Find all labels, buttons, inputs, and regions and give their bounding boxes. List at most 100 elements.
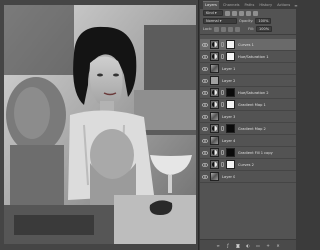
layer-name[interactable]: Gradient Map 1 bbox=[238, 103, 266, 107]
link-icon[interactable]: ∞ bbox=[216, 243, 221, 248]
layer-mask-thumbnail[interactable] bbox=[226, 124, 235, 133]
layer-row[interactable]: Layer 2 bbox=[200, 75, 296, 87]
layer-mask-thumbnail[interactable] bbox=[226, 148, 235, 157]
adjustment-icon[interactable]: ◐ bbox=[246, 243, 251, 248]
layer-thumbnail[interactable] bbox=[210, 40, 219, 49]
layer-row[interactable]: Gradient Map 2 bbox=[200, 123, 296, 135]
visibility-eye-icon[interactable] bbox=[202, 42, 208, 48]
tab-channels[interactable]: Channels bbox=[222, 2, 241, 9]
lock-transparent-icon[interactable] bbox=[214, 26, 220, 32]
lock-row: Lock: Fill: 100% bbox=[200, 25, 296, 33]
layer-thumbnail[interactable] bbox=[210, 64, 219, 73]
layer-thumbnail[interactable] bbox=[210, 112, 219, 121]
layer-thumbnail[interactable] bbox=[210, 148, 219, 157]
lock-all-icon[interactable] bbox=[235, 26, 241, 32]
tab-actions[interactable]: Actions bbox=[276, 2, 291, 9]
layer-thumbnail[interactable] bbox=[210, 160, 219, 169]
blend-mode-select[interactable]: Normal ▾ bbox=[203, 18, 237, 24]
photo-woman-sculpting bbox=[4, 5, 196, 244]
filter-smart-icon[interactable] bbox=[253, 10, 258, 16]
tab-paths[interactable]: Paths bbox=[244, 2, 256, 9]
visibility-eye-icon[interactable] bbox=[202, 150, 208, 156]
mask-link-icon[interactable] bbox=[221, 150, 224, 155]
filter-adjustment-icon[interactable] bbox=[232, 10, 237, 16]
layer-name[interactable]: Hue/Saturation 2 bbox=[238, 91, 269, 95]
layer-mask-thumbnail[interactable] bbox=[226, 88, 235, 97]
layers-panel: Layers Channels Paths History Actions ≡ … bbox=[200, 0, 298, 250]
layer-row[interactable]: Gradient Fill 1 copy bbox=[200, 147, 296, 159]
panel-menu-icon[interactable]: ≡ bbox=[294, 2, 297, 9]
new-layer-icon[interactable]: + bbox=[266, 243, 271, 248]
layer-name[interactable]: Layer 1 bbox=[222, 67, 235, 71]
layer-thumbnail[interactable] bbox=[210, 52, 219, 61]
visibility-eye-icon[interactable] bbox=[202, 126, 208, 132]
folder-icon[interactable]: ▭ bbox=[256, 243, 261, 248]
layer-mask-thumbnail[interactable] bbox=[226, 40, 235, 49]
filter-shape-icon[interactable] bbox=[246, 10, 251, 16]
layer-mask-thumbnail[interactable] bbox=[226, 100, 235, 109]
filter-row: Kind ▾ bbox=[200, 9, 296, 17]
mask-link-icon[interactable] bbox=[221, 162, 224, 167]
layers-list[interactable]: Curves 1 Hue/Saturation 1 Layer 1 Layer 2 Hu… bbox=[200, 39, 296, 239]
document-image[interactable] bbox=[4, 5, 196, 244]
visibility-eye-icon[interactable] bbox=[202, 102, 208, 108]
visibility-eye-icon[interactable] bbox=[202, 114, 208, 120]
layer-thumbnail[interactable] bbox=[210, 172, 219, 181]
opacity-label: Opacity: bbox=[239, 19, 254, 23]
layer-thumbnail[interactable] bbox=[210, 100, 219, 109]
visibility-eye-icon[interactable] bbox=[202, 78, 208, 84]
layer-name[interactable]: Gradient Map 2 bbox=[238, 127, 266, 131]
visibility-eye-icon[interactable] bbox=[202, 174, 208, 180]
filter-pixel-icon[interactable] bbox=[225, 10, 230, 16]
layer-row[interactable]: Layer 1 bbox=[200, 63, 296, 75]
fill-input[interactable]: 100% bbox=[256, 26, 273, 32]
layer-name[interactable]: Curves 1 bbox=[238, 43, 254, 47]
lock-position-icon[interactable] bbox=[228, 26, 234, 32]
mask-link-icon[interactable] bbox=[221, 54, 224, 59]
panel-divider bbox=[200, 34, 296, 35]
panel-footer: ∞ ƒ ◙ ◐ ▭ + ✕ bbox=[200, 239, 296, 250]
layer-row[interactable]: Layer 4 bbox=[200, 135, 296, 147]
layer-mask-thumbnail[interactable] bbox=[226, 52, 235, 61]
layer-row[interactable]: Curves 1 bbox=[200, 39, 296, 51]
layer-name[interactable]: Hue/Saturation 1 bbox=[238, 55, 269, 59]
layer-row[interactable]: Hue/Saturation 2 bbox=[200, 87, 296, 99]
mask-icon[interactable]: ◙ bbox=[236, 243, 241, 248]
layer-name[interactable]: Layer 0 bbox=[222, 175, 235, 179]
layer-row[interactable]: Layer 3 bbox=[200, 111, 296, 123]
mask-link-icon[interactable] bbox=[221, 126, 224, 131]
visibility-eye-icon[interactable] bbox=[202, 54, 208, 60]
layer-thumbnail[interactable] bbox=[210, 136, 219, 145]
layer-thumbnail[interactable] bbox=[210, 88, 219, 97]
tab-layers[interactable]: Layers bbox=[203, 1, 219, 9]
layer-name[interactable]: Layer 3 bbox=[222, 115, 235, 119]
trash-icon[interactable]: ✕ bbox=[276, 243, 281, 248]
layer-name[interactable]: Layer 4 bbox=[222, 139, 235, 143]
layer-row[interactable]: Gradient Map 1 bbox=[200, 99, 296, 111]
mask-link-icon[interactable] bbox=[221, 90, 224, 95]
filter-type-icon[interactable] bbox=[239, 10, 244, 16]
mask-link-icon[interactable] bbox=[221, 102, 224, 107]
layer-mask-thumbnail[interactable] bbox=[226, 160, 235, 169]
fx-icon[interactable]: ƒ bbox=[226, 243, 231, 248]
layer-row[interactable]: Curves 2 bbox=[200, 159, 296, 171]
layer-thumbnail[interactable] bbox=[210, 124, 219, 133]
layer-row[interactable]: Layer 0 bbox=[200, 171, 296, 183]
layer-row[interactable]: Hue/Saturation 1 bbox=[200, 51, 296, 63]
layer-name[interactable]: Gradient Fill 1 copy bbox=[238, 151, 273, 155]
lock-pixels-icon[interactable] bbox=[221, 26, 227, 32]
visibility-eye-icon[interactable] bbox=[202, 162, 208, 168]
layer-name[interactable]: Layer 2 bbox=[222, 79, 235, 83]
visibility-eye-icon[interactable] bbox=[202, 138, 208, 144]
visibility-eye-icon[interactable] bbox=[202, 66, 208, 72]
lock-label: Lock: bbox=[203, 27, 213, 31]
layer-thumbnail[interactable] bbox=[210, 76, 219, 85]
canvas-area[interactable] bbox=[0, 0, 199, 250]
visibility-eye-icon[interactable] bbox=[202, 90, 208, 96]
filter-kind-select[interactable]: Kind ▾ bbox=[203, 10, 223, 16]
layer-name[interactable]: Curves 2 bbox=[238, 163, 254, 167]
mask-link-icon[interactable] bbox=[221, 42, 224, 47]
tab-history[interactable]: History bbox=[258, 2, 273, 9]
blend-row: Normal ▾ Opacity: 100% bbox=[200, 17, 296, 25]
opacity-input[interactable]: 100% bbox=[255, 18, 272, 24]
